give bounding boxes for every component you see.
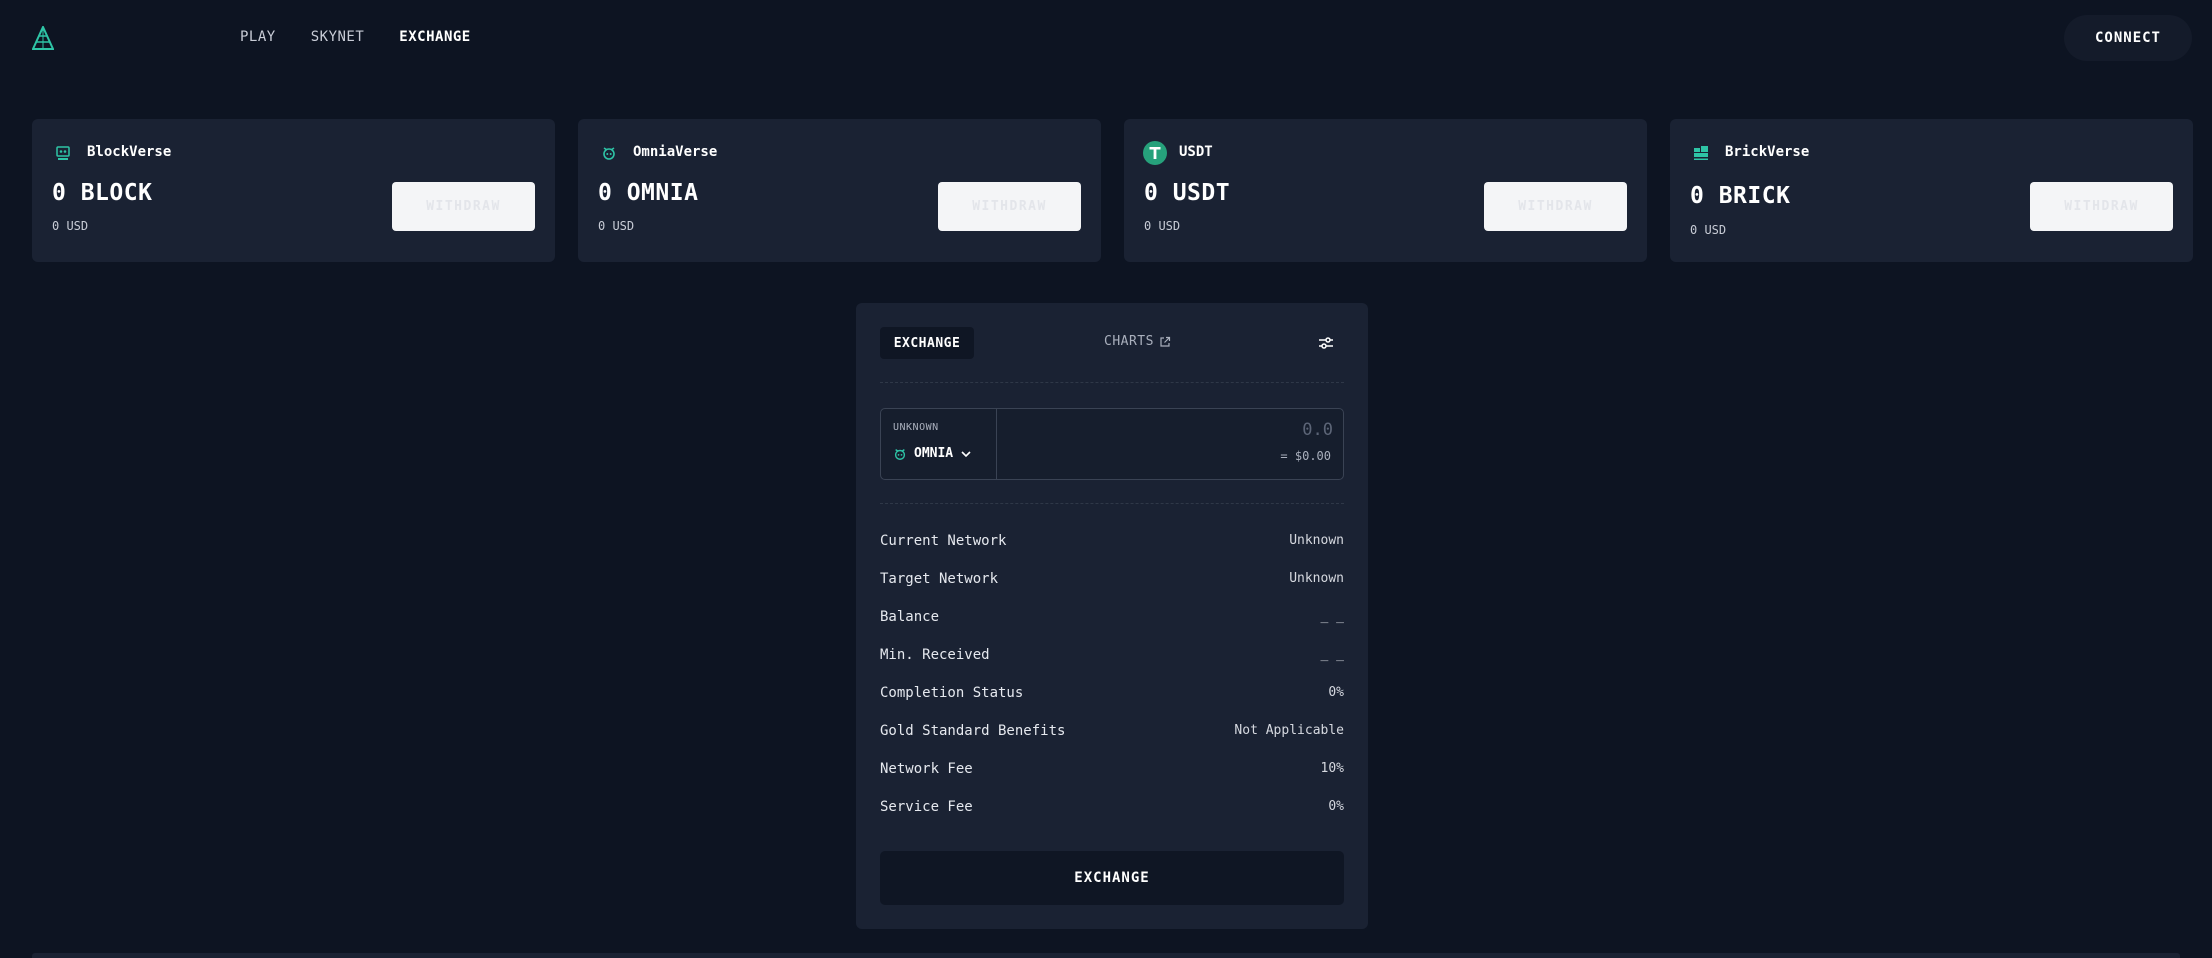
- brickverse-icon: [1690, 142, 1712, 164]
- settings-sliders-icon[interactable]: [1316, 333, 1336, 353]
- tab-charts-label: CHARTS: [1104, 334, 1154, 349]
- info-label: Balance: [880, 609, 940, 625]
- nav-exchange[interactable]: EXCHANGE: [399, 29, 470, 45]
- info-label: Min. Received: [880, 647, 990, 663]
- info-row-gold-standard: Gold Standard Benefits Not Applicable: [880, 723, 1344, 743]
- top-header: PLAY SKYNET EXCHANGE CONNECT: [0, 0, 2212, 76]
- blockverse-icon: [52, 142, 74, 164]
- card-usd-value: 0 USD: [1144, 219, 1181, 233]
- token-selector[interactable]: UNKNOWN OMNIA: [881, 409, 997, 479]
- card-usd-value: 0 USD: [1690, 223, 1727, 237]
- info-label: Gold Standard Benefits: [880, 723, 1066, 739]
- info-row-balance: Balance _ _: [880, 609, 1344, 629]
- info-row-min-received: Min. Received _ _: [880, 647, 1344, 667]
- nav-skynet[interactable]: SKYNET: [311, 29, 365, 45]
- token-symbol: OMNIA: [914, 446, 954, 461]
- card-token-amount: 0 BLOCK: [52, 180, 153, 206]
- card-token-name: BrickVerse: [1725, 144, 1810, 160]
- tab-charts[interactable]: CHARTS: [1104, 334, 1171, 349]
- card-token-name: BlockVerse: [87, 144, 172, 160]
- info-label: Completion Status: [880, 685, 1024, 701]
- nav-play[interactable]: PLAY: [240, 29, 276, 45]
- divider: [880, 382, 1344, 383]
- info-value: 0%: [1328, 685, 1344, 700]
- token-network-label: UNKNOWN: [893, 422, 939, 433]
- info-value: _ _: [1320, 609, 1344, 624]
- withdraw-button[interactable]: WITHDRAW: [1484, 182, 1627, 231]
- exchange-submit-button[interactable]: EXCHANGE: [880, 851, 1344, 905]
- info-row-completion-status: Completion Status 0%: [880, 685, 1344, 705]
- info-value: 10%: [1320, 761, 1344, 776]
- info-row-service-fee: Service Fee 0%: [880, 799, 1344, 819]
- balance-card-usdt: USDT 0 USDT 0 USD WITHDRAW: [1124, 119, 1647, 262]
- omnia-token-icon: [894, 448, 906, 460]
- balance-card-blockverse: BlockVerse 0 BLOCK 0 USD WITHDRAW: [32, 119, 555, 262]
- info-label: Target Network: [880, 571, 999, 587]
- info-label: Service Fee: [880, 799, 973, 815]
- card-usd-value: 0 USD: [52, 219, 89, 233]
- card-token-name: OmniaVerse: [633, 144, 718, 160]
- tab-exchange[interactable]: EXCHANGE: [880, 327, 974, 359]
- exchange-panel: EXCHANGE CHARTS UNKNOWN OMNIA 0.0 = $0.0…: [856, 303, 1368, 929]
- amount-usd-value: = $0.00: [1280, 449, 1331, 463]
- card-token-name: USDT: [1179, 144, 1213, 160]
- swap-input-box: UNKNOWN OMNIA = $0.00: [880, 408, 1344, 480]
- card-token-amount: 0 USDT: [1144, 180, 1231, 206]
- chevron-down-icon: [961, 450, 971, 457]
- info-row-target-network: Target Network Unknown: [880, 571, 1344, 591]
- pyramid-logo-icon[interactable]: [32, 26, 54, 50]
- token-selector-row: OMNIA: [893, 446, 972, 461]
- balance-card-brickverse: BrickVerse 0 BRICK 0 USD WITHDRAW: [1670, 119, 2193, 262]
- card-token-amount: 0 OMNIA: [598, 180, 699, 206]
- info-value: 0%: [1328, 799, 1344, 814]
- info-label: Current Network: [880, 533, 1007, 549]
- usdt-icon: [1143, 141, 1167, 165]
- external-link-icon: [1160, 336, 1171, 347]
- amount-input[interactable]: [1011, 419, 1333, 441]
- card-token-amount: 0 BRICK: [1690, 183, 1791, 209]
- omniaverse-icon: [598, 142, 620, 164]
- info-row-current-network: Current Network Unknown: [880, 533, 1344, 553]
- info-value: Not Applicable: [1234, 723, 1344, 738]
- info-value: Unknown: [1289, 571, 1344, 586]
- info-value: _ _: [1320, 647, 1344, 662]
- withdraw-button[interactable]: WITHDRAW: [392, 182, 535, 231]
- info-row-network-fee: Network Fee 10%: [880, 761, 1344, 781]
- balance-card-omniaverse: OmniaVerse 0 OMNIA 0 USD WITHDRAW: [578, 119, 1101, 262]
- withdraw-button[interactable]: WITHDRAW: [2030, 182, 2173, 231]
- info-value: Unknown: [1289, 533, 1344, 548]
- info-label: Network Fee: [880, 761, 973, 777]
- footer-edge: [32, 953, 2180, 958]
- card-usd-value: 0 USD: [598, 219, 635, 233]
- withdraw-button[interactable]: WITHDRAW: [938, 182, 1081, 231]
- divider: [880, 503, 1344, 504]
- main-nav: PLAY SKYNET EXCHANGE: [240, 29, 506, 45]
- connect-button[interactable]: CONNECT: [2064, 15, 2192, 61]
